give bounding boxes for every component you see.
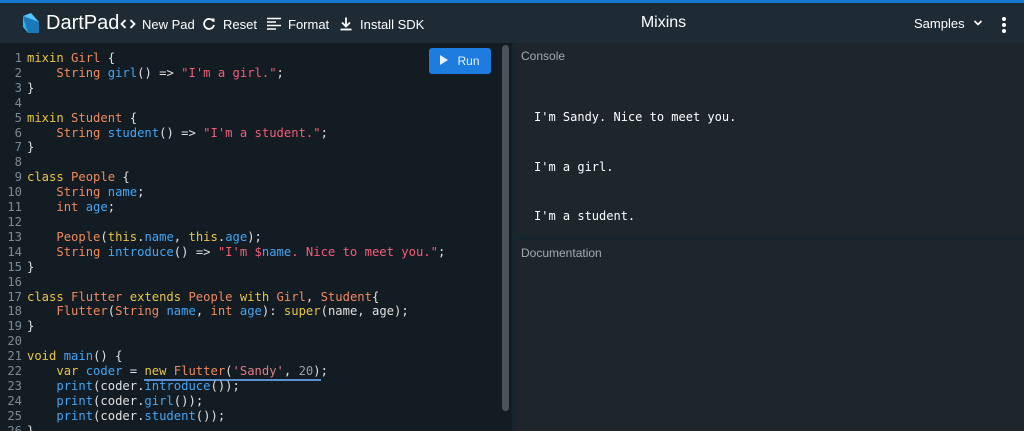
code-text: print(coder.girl()); (56, 393, 204, 408)
run-button[interactable]: Run (429, 48, 491, 74)
documentation-panel: Documentation (516, 240, 1024, 431)
line-number: 18 (7, 304, 22, 319)
code-text: } (27, 319, 35, 334)
console-output: I'm Sandy. Nice to meet you. I'm a girl.… (534, 76, 736, 258)
code-text: } (27, 80, 35, 95)
code-line[interactable]: 22 var coder = new Flutter('Sandy', 20); (0, 364, 445, 382)
line-number: 2 (14, 65, 22, 80)
line-number: 8 (14, 155, 22, 170)
code-text: mixin Student { (27, 110, 138, 125)
app-bar: DartPad New Pad Reset Format Install SDK… (0, 3, 1024, 43)
play-icon (440, 54, 457, 68)
line-number: 10 (7, 185, 22, 200)
line-number: 22 (7, 364, 22, 379)
code-line[interactable]: 4 (0, 96, 445, 111)
code-line[interactable]: 11 int age; (0, 200, 445, 215)
samples-dropdown[interactable]: Samples (914, 16, 983, 31)
chevron-down-icon (965, 16, 983, 31)
line-number: 6 (14, 125, 22, 140)
line-number: 5 (14, 110, 22, 125)
code-line[interactable]: 3} (0, 81, 445, 96)
code-text: String introduce() => "I'm $name. Nice t… (56, 244, 446, 259)
documentation-title: Documentation (521, 246, 602, 260)
line-number: 26 (7, 423, 22, 431)
code-line[interactable]: 8 (0, 155, 445, 170)
line-number: 7 (14, 140, 22, 155)
code-line[interactable]: 26} (0, 424, 445, 431)
line-number: 23 (7, 378, 22, 393)
code-line[interactable]: 12 (0, 215, 445, 230)
code-text: } (27, 140, 35, 155)
code-text: People(this.name, this.age); (56, 229, 262, 244)
code-line[interactable]: 1 mixin Girl { (0, 51, 445, 66)
code-text: } (27, 423, 35, 431)
code-line[interactable]: 24 print(coder.girl()); (0, 394, 445, 409)
line-number: 4 (14, 95, 22, 110)
code-line[interactable]: 18 Flutter(String name, int age): super(… (0, 304, 445, 319)
line-number: 20 (7, 334, 22, 349)
code-text: String girl() => "I'm a girl."; (56, 65, 284, 80)
code-line[interactable]: 17 class Flutter extends People with Girl… (0, 290, 445, 305)
code-text: } (27, 259, 35, 274)
code-line[interactable]: 7} (0, 140, 445, 155)
pad-title-wrap: Mixins (0, 14, 1024, 32)
code-text: print(coder.introduce()); (56, 378, 240, 393)
code-line[interactable]: 2 String girl() => "I'm a girl."; (0, 66, 445, 81)
console-line: I'm Sandy. Nice to meet you. (534, 110, 737, 124)
output-pane: Console I'm Sandy. Nice to meet you. I'm… (512, 43, 1024, 431)
code-line[interactable]: 5 mixin Student { (0, 111, 445, 126)
code-lines[interactable]: 1 mixin Girl {2 String girl() => "I'm a g… (0, 51, 445, 431)
code-text: String student() => "I'm a student."; (56, 125, 328, 140)
code-line[interactable]: 15} (0, 260, 445, 275)
more-vert-icon[interactable] (996, 15, 1012, 35)
code-text: mixin Girl { (27, 51, 116, 65)
line-number: 25 (7, 408, 22, 423)
line-number: 3 (14, 80, 22, 95)
console-line: I'm a girl. (534, 159, 614, 174)
line-number: 11 (7, 200, 22, 215)
code-line[interactable]: 19} (0, 319, 445, 334)
code-line[interactable]: 13 People(this.name, this.age); (0, 230, 445, 245)
run-label: Run (457, 54, 480, 68)
code-editor[interactable]: 1 mixin Girl {2 String girl() => "I'm a g… (0, 43, 512, 431)
console-panel: Console I'm Sandy. Nice to meet you. I'm… (516, 43, 1024, 236)
code-text: Flutter(String name, int age): super(nam… (56, 304, 409, 319)
code-line[interactable]: 20 (0, 334, 445, 349)
line-number: 14 (7, 244, 22, 259)
line-number: 15 (7, 259, 22, 274)
code-text: String name; (56, 185, 145, 200)
console-line: I'm a student. (534, 209, 636, 223)
line-number: 9 (14, 170, 22, 185)
code-line[interactable]: 16 (0, 275, 445, 290)
code-line[interactable]: 14 String introduce() => "I'm $name. Nic… (0, 245, 445, 260)
code-line[interactable]: 23 print(coder.introduce()); (0, 379, 445, 394)
code-line[interactable]: 10 String name; (0, 185, 445, 200)
editor-scrollbar[interactable] (502, 45, 509, 411)
line-number: 17 (7, 289, 22, 304)
code-line[interactable]: 6 String student() => "I'm a student."; (0, 126, 445, 141)
console-title: Console (521, 49, 566, 63)
code-text: int age; (56, 200, 116, 215)
code-text: class Flutter extends People with Girl, … (27, 289, 380, 304)
code-text: class People { (27, 170, 130, 185)
pad-title: Mixins (640, 14, 687, 31)
line-number: 24 (7, 393, 22, 408)
line-number: 16 (7, 274, 22, 289)
line-number: 13 (7, 229, 22, 244)
samples-label: Samples (914, 16, 965, 31)
code-text: print(coder.student()); (56, 408, 226, 423)
line-number: 1 (14, 51, 22, 65)
code-line[interactable]: 25 print(coder.student()); (0, 409, 445, 424)
code-text: void main() { (27, 349, 123, 364)
code-line[interactable]: 21 void main() { (0, 349, 445, 364)
line-number: 12 (7, 214, 22, 229)
line-number: 21 (7, 349, 22, 364)
line-number: 19 (7, 319, 22, 334)
code-line[interactable]: 9 class People { (0, 170, 445, 185)
